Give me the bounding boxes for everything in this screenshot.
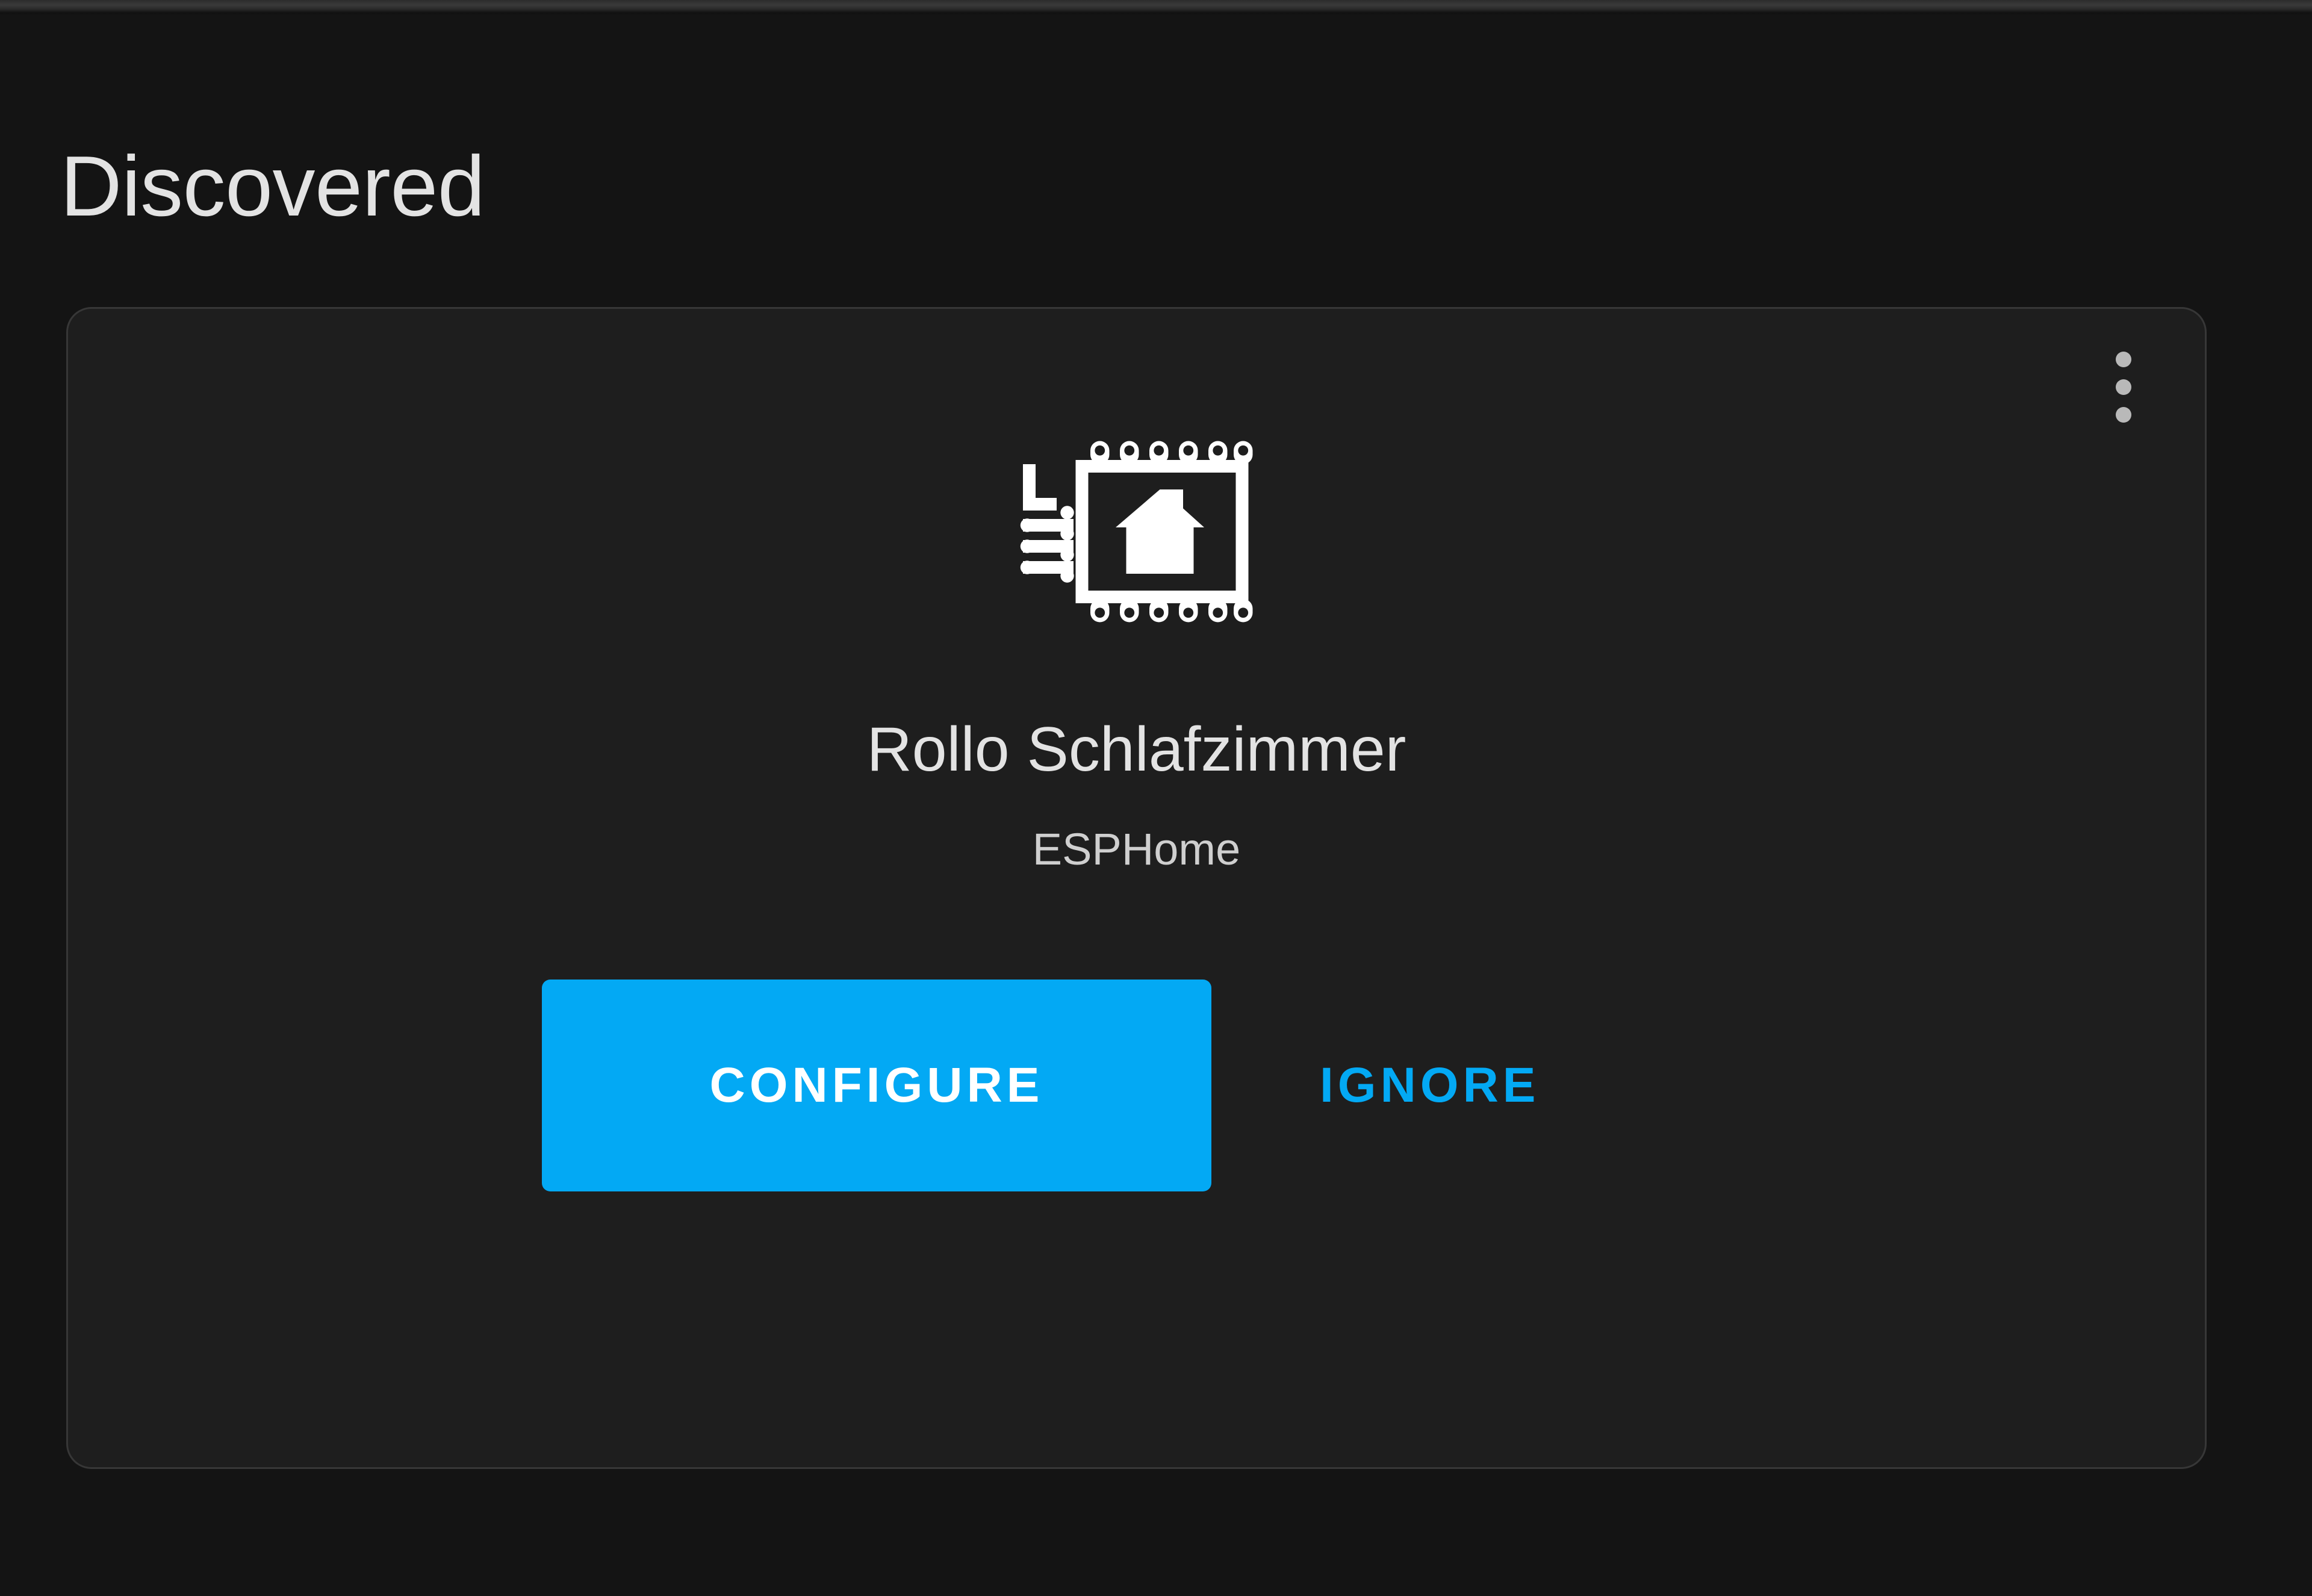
integration-type: ESPHome (1032, 824, 1241, 875)
page-title: Discovered (60, 138, 485, 235)
ignore-button[interactable]: IGNORE (1278, 980, 1582, 1191)
esphome-chip-icon (1020, 441, 1252, 623)
card-actions: CONFIGURE IGNORE (542, 979, 1582, 1191)
discovered-page: Discovered Rollo Schlafzimmer ESPHome CO… (0, 0, 2312, 1596)
toolbar-bottom-edge (0, 0, 2312, 14)
configure-button[interactable]: CONFIGURE (542, 979, 1211, 1191)
discovered-integration-card: Rollo Schlafzimmer ESPHome CONFIGURE IGN… (66, 307, 2207, 1469)
card-body: Rollo Schlafzimmer ESPHome CONFIGURE IGN… (68, 309, 2205, 1467)
integration-name: Rollo Schlafzimmer (866, 715, 1406, 784)
